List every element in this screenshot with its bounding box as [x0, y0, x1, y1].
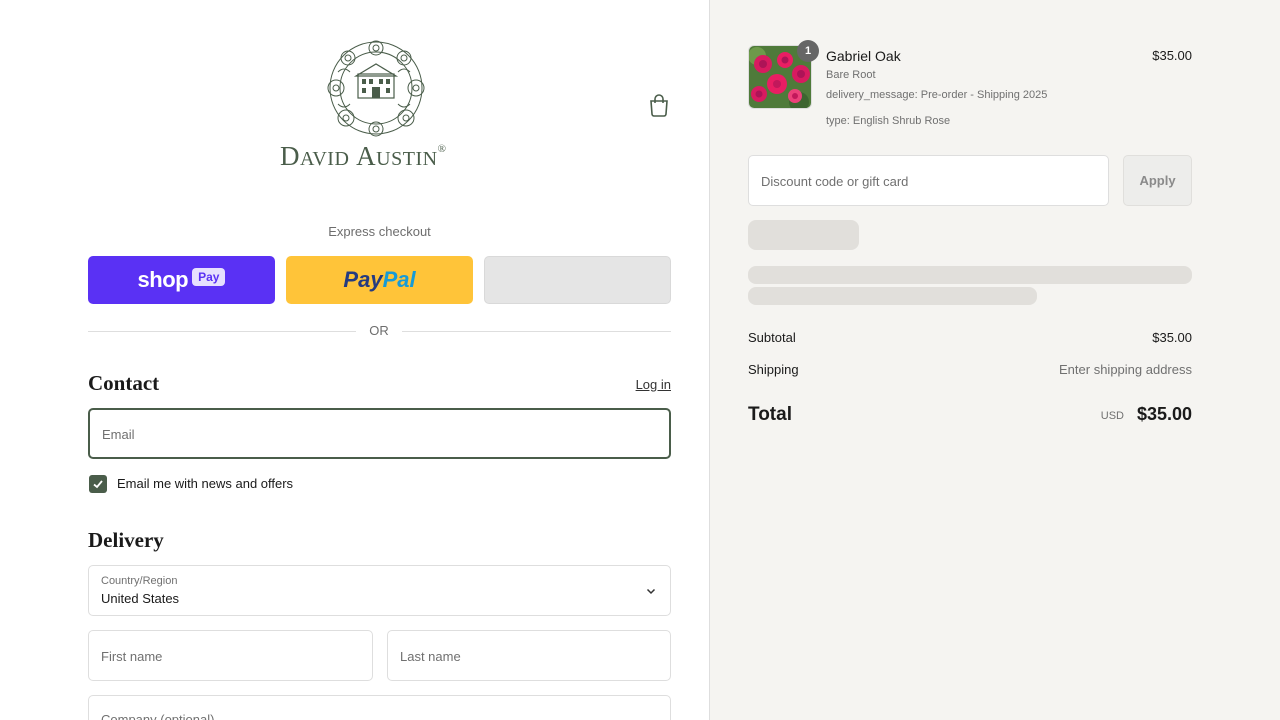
email-field[interactable]: Email	[88, 408, 671, 459]
total-label: Total	[748, 404, 792, 425]
shipping-value: Enter shipping address	[1059, 362, 1192, 377]
logo-wordmark: DAVID AUSTIN®	[280, 141, 480, 172]
shop-pay-wordmark: shop	[137, 267, 189, 292]
contact-heading: Contact	[88, 371, 160, 395]
rose-wreath-emblem	[327, 40, 425, 137]
chevron-down-icon	[646, 588, 656, 595]
logo-letter-a: A	[356, 141, 377, 171]
last-name-placeholder: Last name	[400, 649, 461, 664]
subtotal-label: Subtotal	[748, 330, 796, 345]
shop-pay-button[interactable]: shop Pay	[88, 256, 275, 304]
product-delivery-message: delivery_message: Pre-order - Shipping 2…	[826, 89, 1048, 101]
discount-code-placeholder: Discount code or gift card	[761, 174, 909, 189]
paypal-button[interactable]: Pay Pal	[286, 256, 473, 304]
logo-letter-d: D	[280, 141, 300, 171]
log-in-link[interactable]: Log in	[620, 377, 671, 392]
country-region-value: United States	[101, 591, 180, 606]
logo-letters-ustin: USTIN	[376, 148, 438, 170]
delivery-heading: Delivery	[88, 528, 164, 552]
country-region-select[interactable]: Country/Region United States	[88, 565, 671, 616]
paypal-wordmark-pay: Pay	[343, 267, 383, 292]
newsletter-checkbox[interactable]	[89, 475, 107, 493]
express-payment-button-loading[interactable]	[484, 256, 671, 304]
first-name-placeholder: First name	[101, 649, 163, 664]
checkout-form-panel: DAVID AUSTIN® Express checkout shop Pay …	[0, 0, 710, 720]
company-placeholder: Company (optional)	[101, 712, 215, 720]
loading-skeleton-bar	[748, 266, 1192, 284]
total-value: $35.00	[1136, 404, 1192, 424]
checkmark-icon	[93, 480, 103, 489]
total-currency: USD	[1100, 410, 1124, 422]
product-name: Gabriel Oak	[826, 48, 901, 64]
apply-discount-button[interactable]: Apply	[1123, 155, 1192, 206]
cart-quantity-badge: 1	[797, 40, 819, 62]
last-name-field[interactable]: Last name	[387, 630, 671, 681]
email-placeholder: Email	[102, 427, 135, 442]
subtotal-value: $35.00	[1152, 330, 1192, 345]
product-variant: Bare Root	[826, 69, 876, 81]
david-austin-logo[interactable]: DAVID AUSTIN®	[276, 36, 484, 172]
or-divider-right	[402, 331, 671, 332]
newsletter-label: Email me with news and offers	[117, 476, 294, 491]
company-field[interactable]: Company (optional)	[88, 695, 671, 720]
shipping-label: Shipping	[748, 362, 799, 377]
logo-letters-avid: AVID	[300, 148, 350, 170]
country-region-label: Country/Region	[101, 575, 178, 587]
shopping-bag-icon[interactable]	[648, 93, 670, 117]
loading-skeleton-pill	[748, 220, 859, 250]
shop-pay-pill: Pay	[192, 268, 226, 286]
or-divider-left	[88, 331, 356, 332]
first-name-field[interactable]: First name	[88, 630, 373, 681]
loading-skeleton-bar-short	[748, 287, 1037, 305]
paypal-wordmark-pal: Pal	[382, 267, 416, 292]
or-divider-text: OR	[369, 323, 389, 338]
express-checkout-title: Express checkout	[328, 224, 431, 239]
product-type: type: English Shrub Rose	[826, 115, 951, 127]
discount-code-input[interactable]: Discount code or gift card	[748, 155, 1109, 206]
product-price: $35.00	[1152, 48, 1192, 63]
registered-mark: ®	[437, 143, 447, 155]
